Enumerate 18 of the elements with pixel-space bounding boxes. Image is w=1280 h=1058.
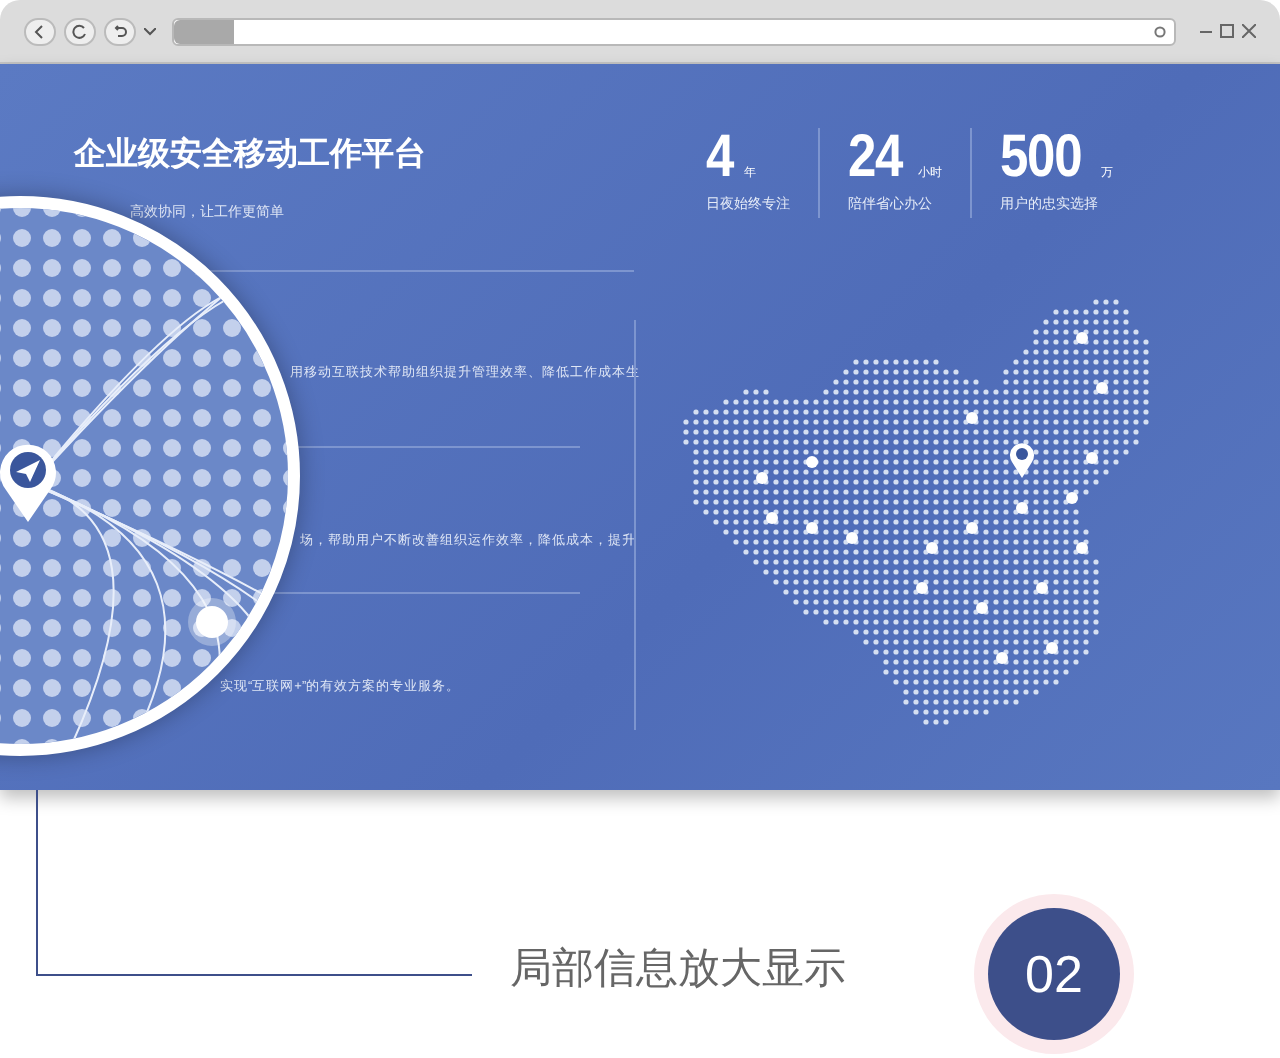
caret-icon [144,27,156,35]
undo-button[interactable] [104,17,136,45]
refresh-icon [72,23,88,39]
refresh-button[interactable] [64,17,96,45]
address-tab-block [174,19,234,43]
back-icon [32,23,48,39]
minimize-icon[interactable] [1200,25,1212,37]
undo-icon [112,23,128,39]
address-field[interactable] [172,17,1176,45]
close-icon[interactable] [1242,24,1256,38]
maximize-icon[interactable] [1220,24,1234,38]
back-button[interactable] [24,17,56,45]
stat-number: 4 [706,128,734,188]
hero-title: 企业级安全移动工作平台 [71,134,428,176]
stat-number: 500 [999,128,1082,188]
stat-number: 24 [848,128,903,188]
step-number: 02 [988,908,1120,1040]
caption-text: 局部信息放大显示 [510,948,846,990]
